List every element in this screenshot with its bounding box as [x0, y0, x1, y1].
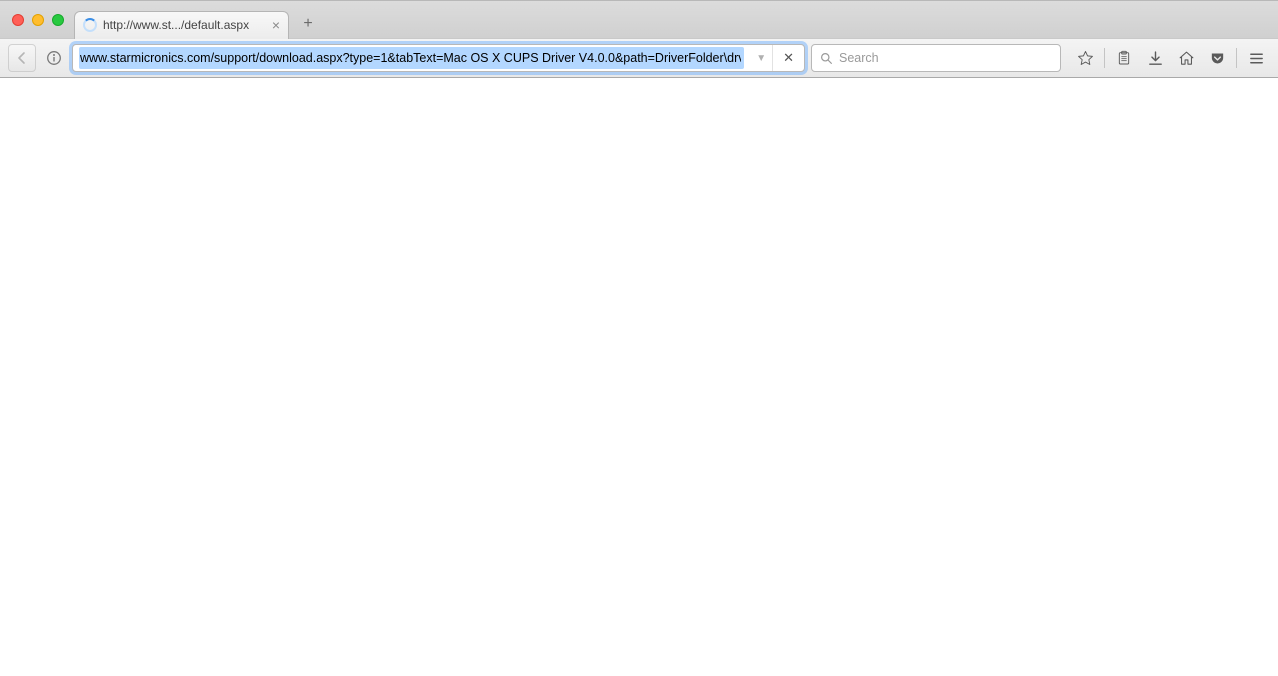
toolbar-separator: [1236, 48, 1237, 68]
minimize-window-button[interactable]: [32, 14, 44, 26]
pocket-icon: [1209, 50, 1226, 67]
arrow-left-icon: [14, 50, 30, 66]
site-identity-button[interactable]: [42, 46, 66, 70]
star-icon: [1077, 50, 1094, 67]
clipboard-icon: [1116, 50, 1132, 66]
tab-bar: http://www.st.../default.aspx × +: [0, 0, 1278, 38]
pocket-button[interactable]: [1203, 44, 1231, 72]
hamburger-icon: [1248, 50, 1265, 67]
tab-title: http://www.st.../default.aspx: [103, 18, 266, 32]
page-content: [0, 78, 1278, 676]
info-icon: [46, 50, 62, 66]
download-icon: [1147, 50, 1164, 67]
toolbar-separator: [1104, 48, 1105, 68]
url-bar[interactable]: www.starmicronics.com/support/download.a…: [72, 44, 805, 72]
browser-tab[interactable]: http://www.st.../default.aspx ×: [74, 11, 289, 39]
search-icon: [820, 52, 833, 65]
navigation-toolbar: www.starmicronics.com/support/download.a…: [0, 38, 1278, 78]
close-tab-button[interactable]: ×: [272, 18, 280, 32]
search-input[interactable]: [839, 51, 1052, 65]
home-button[interactable]: [1172, 44, 1200, 72]
bookmarks-list-button[interactable]: [1110, 44, 1138, 72]
home-icon: [1178, 50, 1195, 67]
menu-button[interactable]: [1242, 44, 1270, 72]
url-history-dropdown[interactable]: ▼: [750, 53, 772, 64]
toolbar-icons: [1067, 44, 1270, 72]
close-window-button[interactable]: [12, 14, 24, 26]
back-button[interactable]: [8, 44, 36, 72]
maximize-window-button[interactable]: [52, 14, 64, 26]
search-bar[interactable]: [811, 44, 1061, 72]
downloads-button[interactable]: [1141, 44, 1169, 72]
stop-loading-button[interactable]: ✕: [772, 45, 804, 71]
bookmark-star-button[interactable]: [1071, 44, 1099, 72]
new-tab-button[interactable]: +: [295, 13, 321, 35]
loading-spinner-icon: [83, 18, 97, 32]
window-controls: [6, 14, 74, 26]
